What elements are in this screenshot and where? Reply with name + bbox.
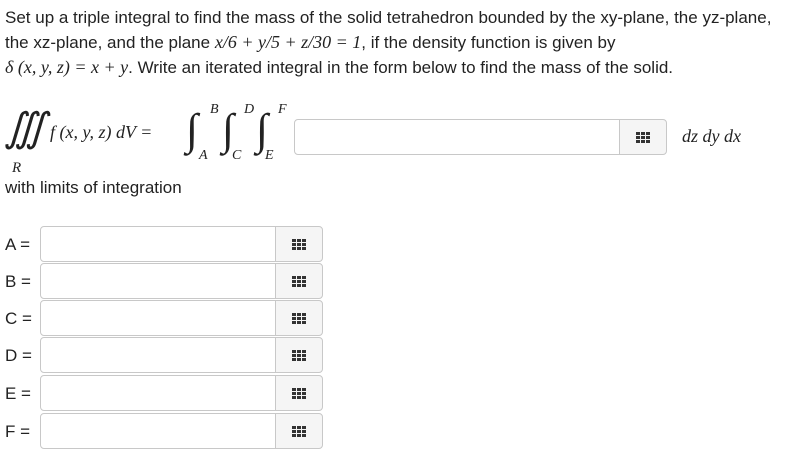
integrand-left: f (x, y, z) dV =: [50, 122, 152, 143]
limit-row-B: B =: [0, 263, 330, 301]
limit-row-D: D =: [0, 337, 330, 375]
problem-line-1: Set up a triple integral to find the mas…: [5, 8, 772, 27]
limit-label: F =: [5, 422, 31, 441]
lower-limit-E: E: [265, 148, 274, 163]
with-limits-label: with limits of integration: [5, 178, 182, 197]
integrand-left-text: f (x, y, z) dV =: [50, 122, 153, 142]
problem-line-3-post: . Write an iterated integral in the form…: [128, 58, 674, 77]
integrand-palette-button[interactable]: [619, 119, 667, 155]
problem-line-2-pre: the xz-plane, and the plane: [5, 33, 215, 52]
density-equation: δ (x, y, z) = x + y: [5, 57, 129, 77]
limit-palette-button-C[interactable]: [275, 300, 323, 336]
problem-line-2-post: , if the density function is given by: [361, 33, 616, 52]
upper-limit-F: F: [278, 102, 287, 117]
grid-icon: [636, 131, 650, 143]
grid-icon: [292, 275, 306, 287]
limit-palette-button-A[interactable]: [275, 226, 323, 262]
limit-palette-button-E[interactable]: [275, 375, 323, 411]
limit-palette-button-F[interactable]: [275, 413, 323, 449]
limit-input-B[interactable]: [40, 263, 276, 299]
limit-row-C: C =: [0, 300, 330, 338]
limit-palette-button-D[interactable]: [275, 337, 323, 373]
differentials-text: dz dy dx: [682, 126, 741, 146]
limit-label: A =: [5, 235, 31, 254]
grid-icon: [292, 312, 306, 324]
grid-icon: [292, 425, 306, 437]
upper-limit-B: B: [210, 102, 219, 117]
problem-line-3: δ (x, y, z) = x + y. Write an iterated i…: [5, 55, 797, 80]
grid-icon: [292, 349, 306, 361]
region-label: R: [12, 160, 22, 176]
limit-label: D =: [5, 346, 32, 365]
problem-line-2: the xz-plane, and the plane x/6 + y/5 + …: [5, 30, 797, 55]
integral-symbol-2: ∫: [222, 105, 235, 154]
integral-symbol-1: ∫: [186, 105, 199, 154]
limit-row-E: E =: [0, 375, 330, 413]
limit-label: E =: [5, 384, 31, 403]
grid-icon: [292, 238, 306, 250]
limit-palette-button-B[interactable]: [275, 263, 323, 299]
limit-input-A[interactable]: [40, 226, 276, 262]
limit-input-C[interactable]: [40, 300, 276, 336]
limit-label: B =: [5, 272, 31, 291]
lower-limit-C: C: [232, 148, 242, 163]
limit-row-A: A =: [0, 226, 330, 264]
grid-icon: [292, 387, 306, 399]
limit-label: C =: [5, 309, 32, 328]
triple-integral-symbol: ∭: [4, 105, 47, 150]
plane-equation: x/6 + y/5 + z/30 = 1: [214, 32, 362, 52]
lower-limit-A: A: [199, 148, 208, 163]
limit-input-D[interactable]: [40, 337, 276, 373]
problem-statement: Set up a triple integral to find the mas…: [5, 6, 797, 80]
upper-limit-D: D: [244, 102, 255, 117]
integral-symbol-3: ∫: [256, 105, 269, 154]
integrand-input[interactable]: [294, 119, 620, 155]
limit-input-E[interactable]: [40, 375, 276, 411]
differentials: dz dy dx: [682, 126, 741, 147]
limit-input-F[interactable]: [40, 413, 276, 449]
limit-row-F: F =: [0, 413, 330, 451]
